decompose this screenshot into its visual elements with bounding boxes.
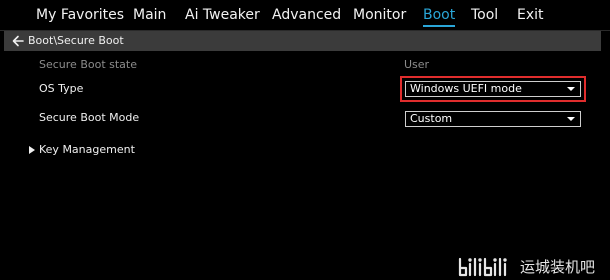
back-arrow-icon[interactable]	[10, 33, 26, 49]
top-menu-bar: My Favorites Main Ai Tweaker Advanced Mo…	[0, 0, 610, 31]
bios-screen: My Favorites Main Ai Tweaker Advanced Mo…	[0, 0, 610, 280]
os-type-label: OS Type	[39, 82, 84, 95]
tab-advanced[interactable]: Advanced	[272, 5, 341, 25]
tab-main[interactable]: Main	[133, 5, 166, 25]
breadcrumb: Boot\Secure Boot	[4, 31, 601, 51]
chevron-down-icon	[567, 87, 575, 91]
secure-boot-mode-dropdown[interactable]: Custom	[405, 111, 581, 127]
tab-my-favorites[interactable]: My Favorites	[36, 5, 124, 25]
tab-ai-tweaker[interactable]: Ai Tweaker	[185, 5, 260, 25]
tab-boot[interactable]: Boot	[423, 5, 456, 27]
chevron-down-icon	[567, 117, 575, 121]
tab-exit[interactable]: Exit	[517, 5, 544, 25]
secure-boot-mode-label: Secure Boot Mode	[39, 111, 140, 124]
os-type-selected-value: Windows UEFI mode	[410, 82, 522, 95]
watermark-text: 运城装机吧	[520, 258, 596, 276]
bilibili-logo	[458, 257, 507, 277]
tab-tool[interactable]: Tool	[471, 5, 498, 25]
secure-boot-state-label: Secure Boot state	[39, 58, 137, 71]
submenu-arrow-icon	[29, 146, 35, 154]
tab-monitor[interactable]: Monitor	[353, 5, 406, 25]
key-management-item[interactable]: Key Management	[39, 142, 135, 158]
os-type-dropdown[interactable]: Windows UEFI mode	[405, 81, 581, 97]
breadcrumb-path: Boot\Secure Boot	[28, 34, 124, 47]
secure-boot-mode-selected-value: Custom	[410, 112, 453, 125]
secure-boot-state-value: User	[404, 58, 430, 71]
